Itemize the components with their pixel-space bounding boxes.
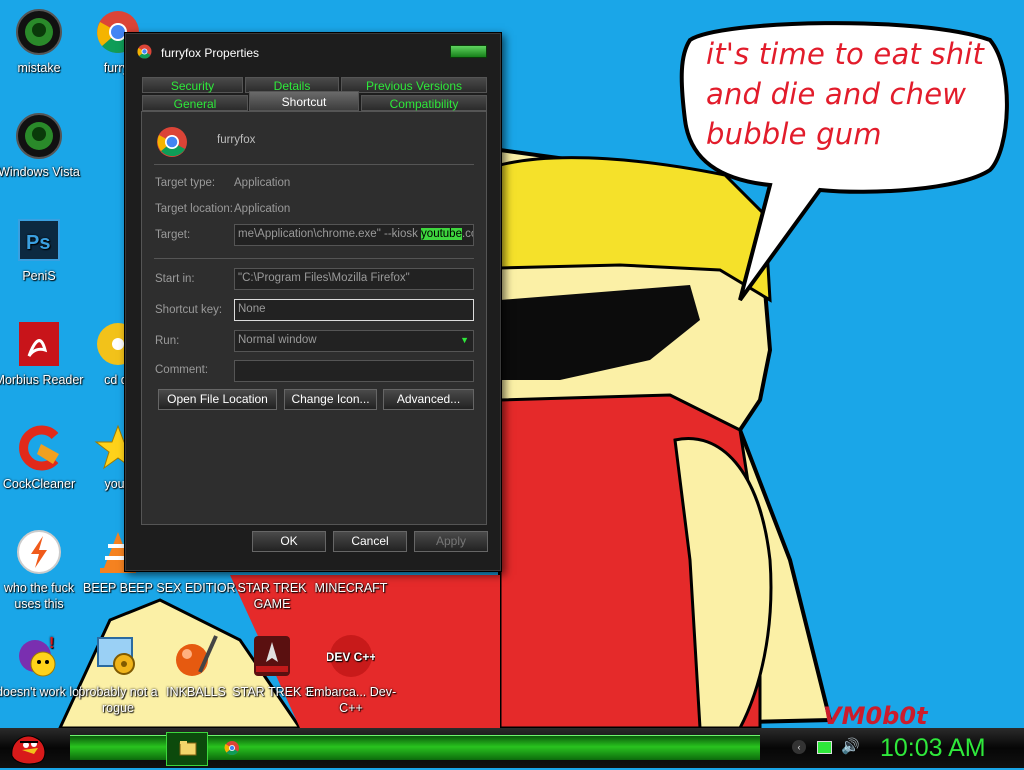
target-type-label: Target type:	[155, 177, 216, 189]
close-button[interactable]	[450, 45, 487, 58]
ccleaner-icon	[15, 424, 63, 472]
shortcut-key-label: Shortcut key:	[155, 304, 223, 316]
tab-label: General	[173, 97, 217, 111]
green-orb-icon	[15, 112, 63, 160]
tab-compatibility[interactable]: Compatibility	[361, 95, 487, 111]
pdf-reader-icon	[15, 320, 63, 368]
shortcut-key-input[interactable]: None	[234, 299, 474, 321]
dialog-title: furryfox Properties	[161, 46, 260, 60]
green-orb-icon	[15, 8, 63, 56]
speech-bubble: it's time to eat shit and die and chew b…	[706, 34, 996, 154]
speech-line-2: and die and chew	[706, 77, 967, 111]
tab-shortcut[interactable]: Shortcut	[249, 91, 359, 111]
dialog-titlebar[interactable]: furryfox Properties	[125, 33, 501, 67]
shortcut-tab-panel: furryfox Target type: Application Target…	[141, 111, 487, 525]
run-select[interactable]: Normal window ▼	[234, 330, 474, 352]
watermark: VM0b0t	[823, 702, 928, 730]
start-in-input[interactable]: "C:\Program Files\Mozilla Firefox"	[234, 268, 474, 290]
start-button-angry-bird-icon[interactable]	[6, 730, 50, 766]
target-location-value: Application	[234, 203, 291, 215]
yahoo-messenger-icon: !	[15, 632, 63, 680]
chrome-icon	[137, 44, 152, 59]
flash-icon	[15, 528, 63, 576]
gears-icon	[94, 632, 142, 680]
apply-button[interactable]: Apply	[414, 531, 488, 552]
volume-icon[interactable]: 🔊	[841, 737, 860, 755]
tab-previous-versions[interactable]: Previous Versions	[341, 77, 487, 93]
target-text-end: .com	[461, 228, 473, 240]
star-trek-icon	[248, 632, 296, 680]
separator	[154, 258, 474, 259]
tab-security[interactable]: Security	[142, 77, 243, 93]
shortcut-name: furryfox	[217, 134, 256, 146]
target-label: Target:	[155, 229, 191, 241]
photoshop-icon: Ps	[15, 216, 63, 264]
comment-label: Comment:	[155, 364, 209, 376]
desktop-icon-label: Windows Vista	[0, 165, 80, 179]
speech-line-1: it's time to eat shit	[706, 37, 985, 71]
cancel-button[interactable]: Cancel	[333, 531, 407, 552]
speech-line-3: bubble gum	[706, 117, 882, 151]
target-location-label: Target location:	[155, 203, 233, 215]
inkball-icon	[172, 632, 220, 680]
target-input[interactable]: me\Application\chrome.exe" --kiosk youtu…	[234, 224, 474, 246]
tab-label: Shortcut	[281, 95, 327, 109]
properties-dialog: furryfox Properties Security Details Pre…	[124, 32, 502, 572]
run-label: Run:	[155, 335, 180, 347]
target-text: me\Application\chrome.exe" --kiosk	[238, 228, 422, 240]
desktop-icon-penis[interactable]: Ps PeniS	[0, 216, 87, 284]
desktop-icon-label: MINECRAFT	[314, 581, 388, 595]
desktop-icon-label: Embarca... Dev-C++	[305, 685, 397, 715]
tab-label: Previous Versions	[365, 79, 463, 93]
target-selected-text: youtube	[421, 228, 462, 240]
show-hidden-icons-icon[interactable]: ‹	[792, 740, 806, 754]
devcpp-icon: DEV C++	[326, 632, 376, 680]
run-select-value: Normal window	[238, 334, 317, 346]
chrome-icon	[157, 127, 187, 157]
svg-text:Ps: Ps	[26, 232, 50, 254]
desktop-icon-label: PeniS	[22, 269, 56, 283]
tab-label: Compatibility	[389, 97, 459, 111]
devcpp-icon-text: DEV C++	[327, 650, 375, 664]
comment-input[interactable]	[234, 360, 474, 382]
start-in-label: Start in:	[155, 273, 195, 285]
separator	[154, 164, 474, 165]
shortcut-key-text: None	[238, 303, 266, 315]
desktop-icon-windows-vista[interactable]: Windows Vista	[0, 112, 87, 180]
chevron-down-icon: ▼	[460, 335, 469, 345]
advanced-button[interactable]: Advanced...	[383, 389, 474, 410]
ok-button[interactable]: OK	[252, 531, 326, 552]
change-icon-button[interactable]: Change Icon...	[284, 389, 377, 410]
svg-text:!: !	[49, 635, 54, 652]
start-in-text: "C:\Program Files\Mozilla Firefox"	[238, 272, 410, 284]
taskbar-clock[interactable]: 10:03 AM	[880, 734, 986, 763]
target-type-value: Application	[234, 177, 291, 189]
open-file-location-button[interactable]: Open File Location	[158, 389, 277, 410]
taskbar-explorer-button[interactable]	[166, 732, 208, 766]
tab-general[interactable]: General	[142, 95, 248, 111]
taskbar-chrome-icon[interactable]	[224, 740, 240, 756]
network-icon[interactable]	[817, 741, 832, 754]
folder-icon	[179, 741, 197, 756]
tab-label: Security	[170, 79, 215, 93]
desktop-icon-dev-cpp[interactable]: DEV C++ Embarca... Dev-C++	[303, 632, 399, 716]
